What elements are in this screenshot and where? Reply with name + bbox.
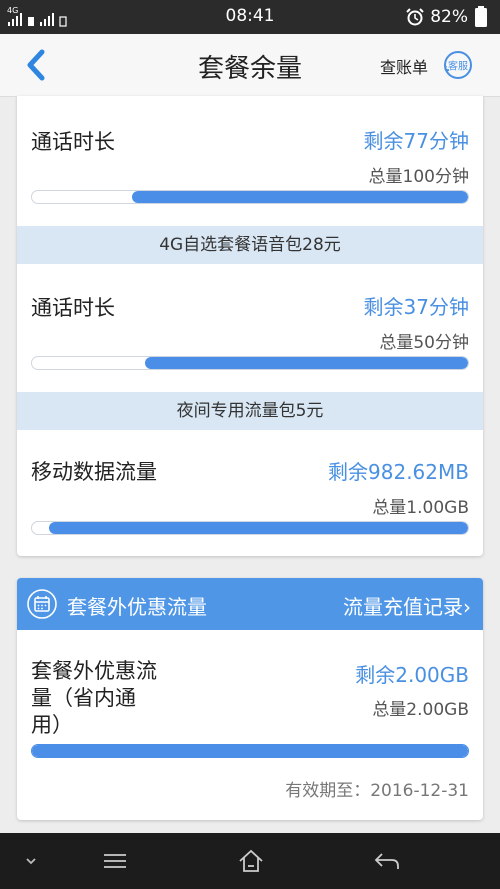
extra-item-name-line: 套餐外优惠流	[31, 659, 157, 683]
alarm-clock-icon	[406, 8, 424, 26]
usage-progress-bar	[31, 190, 469, 204]
customer-service-button[interactable]: 客服	[442, 49, 474, 81]
usage-item-total: 总量100分钟	[368, 167, 469, 187]
recharge-records-label: 流量充值记录	[343, 595, 463, 619]
battery-icon	[475, 6, 487, 27]
usage-item-total: 总量50分钟	[379, 333, 469, 353]
view-bill-link[interactable]: 查账单	[380, 54, 428, 78]
app-header: 套餐余量 查账单 客服	[0, 34, 500, 97]
usage-progress-fill	[49, 522, 468, 534]
extra-item-total: 总量2.00GB	[372, 700, 469, 720]
usage-item-remaining: 剩余982.62MB	[328, 460, 469, 484]
package-band: 夜间专用流量包5元	[17, 392, 483, 430]
usage-item-name: 通话时长	[31, 296, 115, 320]
usage-item-name: 通话时长	[31, 130, 115, 154]
extra-data-title: 套餐外优惠流量	[67, 595, 207, 619]
usage-item-name: 移动数据流量	[31, 460, 157, 484]
status-bar: 4G 08:41 82%	[0, 0, 500, 34]
menu-icon[interactable]	[100, 847, 130, 875]
extra-item-name: 套餐外优惠流 量（省内通 用）	[31, 658, 157, 739]
package-band: 4G自选套餐语音包28元	[17, 226, 483, 264]
battery-percent: 82%	[430, 7, 468, 27]
chevron-down-icon[interactable]	[16, 847, 46, 875]
usage-progress-bar	[31, 356, 469, 370]
back-arrow-icon[interactable]	[372, 847, 402, 875]
usage-item-remaining: 剩余77分钟	[363, 129, 469, 153]
home-icon[interactable]	[236, 847, 266, 875]
chevron-right-icon: ›	[463, 595, 471, 619]
expiry-date: 有效期至：2016-12-31	[285, 781, 469, 801]
usage-item-total: 总量1.00GB	[372, 498, 469, 518]
recharge-records-link[interactable]: 流量充值记录›	[343, 591, 471, 620]
system-nav-bar	[0, 833, 500, 889]
usage-item-remaining: 剩余37分钟	[363, 295, 469, 319]
usage-progress-fill	[145, 357, 468, 369]
customer-service-label: 客服	[448, 60, 468, 73]
usage-progress-fill	[132, 191, 468, 203]
extra-data-header: 套餐外优惠流量 流量充值记录›	[17, 578, 483, 630]
usage-progress-bar	[31, 521, 469, 535]
extra-item-name-line: 用）	[31, 713, 73, 737]
package-usage-card: 通话时长 剩余77分钟 总量100分钟 4G自选套餐语音包28元 通话时长 剩余…	[17, 96, 483, 556]
extra-item-name-line: 量（省内通	[31, 686, 136, 710]
extra-progress-fill	[32, 745, 468, 757]
extra-data-card: 套餐外优惠流量 流量充值记录› 套餐外优惠流 量（省内通 用） 剩余2.00GB…	[17, 578, 483, 820]
extra-progress-bar	[31, 744, 469, 758]
extra-item-remaining: 剩余2.00GB	[355, 663, 469, 687]
calendar-icon	[27, 589, 57, 619]
